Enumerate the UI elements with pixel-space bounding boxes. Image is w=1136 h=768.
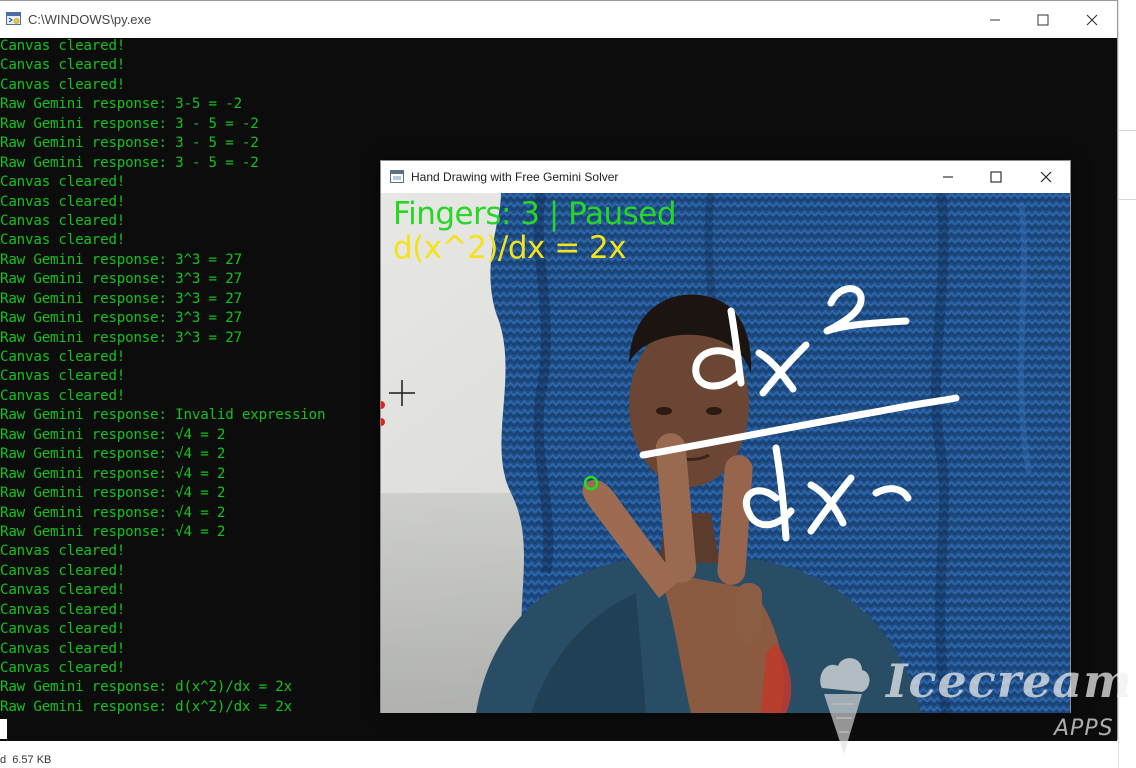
console-line: Canvas cleared!	[0, 387, 126, 404]
console-line: Raw Gemini response: √4 = 2	[0, 426, 226, 443]
console-line: Raw Gemini response: 3-5 = -2	[0, 96, 242, 113]
console-line: Canvas cleared!	[0, 562, 126, 579]
window-app-icon	[390, 170, 404, 183]
status-bar-text: d 6.57 KB	[0, 754, 52, 766]
minimize-button[interactable]	[972, 1, 1018, 38]
minimize-icon	[990, 19, 1000, 20]
webcam-scene	[381, 193, 1070, 713]
console-title: C:\WINDOWS\py.exe	[28, 12, 152, 27]
maximize-icon	[1037, 14, 1049, 25]
console-line: Canvas cleared!	[0, 368, 126, 385]
console-line: Canvas cleared!	[0, 601, 126, 618]
console-line: Raw Gemini response: √4 = 2	[0, 446, 226, 463]
console-line: Canvas cleared!	[0, 660, 126, 676]
webcam-canvas[interactable]: Fingers: 3 | Paused d(x^2)/dx = 2x	[381, 193, 1070, 713]
console-titlebar[interactable]: C:\WINDOWS\py.exe	[0, 1, 1117, 38]
cv-titlebar[interactable]: Hand Drawing with Free Gemini Solver	[381, 161, 1070, 193]
console-line: Canvas cleared!	[0, 174, 126, 191]
left-eye	[656, 407, 672, 415]
console-line: Canvas cleared!	[0, 621, 126, 638]
hand-drawing-window: Hand Drawing with Free Gemini Solver Fin…	[380, 160, 1071, 713]
console-line: Raw Gemini response: 3^3 = 27	[0, 271, 242, 288]
console-line: Raw Gemini response: Invalid expression	[0, 407, 326, 424]
fingers-status-overlay: Fingers: 3 | Paused	[393, 196, 677, 232]
console-line: Raw Gemini response: 3 - 5 = -2	[0, 135, 259, 152]
console-line: Raw Gemini response: d(x^2)/dx = 2x	[0, 679, 292, 696]
console-line: Raw Gemini response: 3^3 = 27	[0, 310, 242, 327]
console-line: Raw Gemini response: 3^3 = 27	[0, 329, 242, 346]
console-line: Canvas cleared!	[0, 57, 126, 74]
right-eye	[706, 407, 722, 415]
console-line: Canvas cleared!	[0, 212, 126, 229]
console-line: Canvas cleared!	[0, 38, 126, 54]
background-window-edge	[1118, 0, 1136, 768]
console-line: Canvas cleared!	[0, 582, 126, 599]
console-lines: Canvas cleared! Canvas cleared! Canvas cle…	[0, 38, 326, 718]
console-line: Canvas cleared!	[0, 193, 126, 210]
console-line: Raw Gemini response: √4 = 2	[0, 465, 226, 482]
console-line: Raw Gemini response: √4 = 2	[0, 523, 226, 540]
console-line: Canvas cleared!	[0, 349, 126, 365]
close-icon	[1086, 14, 1098, 25]
background-panel	[1119, 130, 1136, 200]
result-overlay: d(x^2)/dx = 2x	[393, 230, 627, 266]
cv-close-button[interactable]	[1023, 161, 1069, 193]
console-line: Canvas cleared!	[0, 76, 126, 93]
maximize-icon	[990, 171, 1002, 183]
cv-window-title: Hand Drawing with Free Gemini Solver	[411, 170, 619, 184]
console-line: Raw Gemini response: √4 = 2	[0, 485, 226, 502]
close-button[interactable]	[1069, 1, 1115, 38]
console-line: Raw Gemini response: 3^3 = 27	[0, 251, 242, 268]
console-line: Raw Gemini response: d(x^2)/dx = 2x	[0, 698, 292, 715]
console-line: Raw Gemini response: 3 - 5 = -2	[0, 115, 259, 132]
console-line: Canvas cleared!	[0, 232, 126, 249]
minimize-icon	[943, 176, 953, 178]
console-line: Raw Gemini response: 3 - 5 = -2	[0, 154, 259, 171]
text-cursor	[0, 719, 7, 739]
cv-maximize-button[interactable]	[973, 161, 1019, 193]
console-line: Raw Gemini response: 3^3 = 27	[0, 290, 242, 307]
console-line: Raw Gemini response: √4 = 2	[0, 504, 226, 521]
python-console-icon	[6, 12, 21, 25]
close-icon	[1040, 171, 1052, 183]
console-line: Canvas cleared!	[0, 543, 126, 560]
console-line: Canvas cleared!	[0, 640, 126, 657]
maximize-button[interactable]	[1020, 1, 1066, 38]
cv-minimize-button[interactable]	[925, 161, 971, 193]
